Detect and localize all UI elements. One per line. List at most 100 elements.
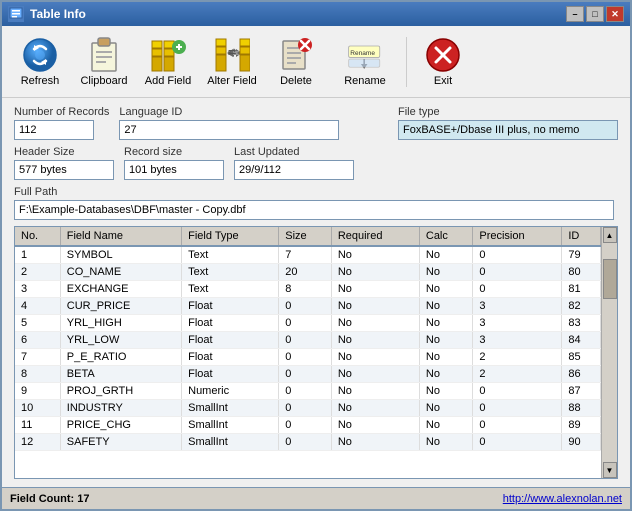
language-id-input[interactable] bbox=[119, 120, 339, 140]
file-type-input[interactable] bbox=[398, 120, 618, 140]
table-cell: BETA bbox=[60, 366, 181, 383]
table-cell: No bbox=[419, 332, 473, 349]
window-icon bbox=[8, 6, 24, 22]
table-row[interactable]: 2CO_NAMEText20NoNo080 bbox=[15, 264, 601, 281]
full-path-input[interactable] bbox=[14, 200, 614, 220]
table-row[interactable]: 1SYMBOLText7NoNo079 bbox=[15, 246, 601, 264]
scroll-up-arrow[interactable]: ▲ bbox=[603, 227, 617, 243]
table-cell: Numeric bbox=[182, 383, 279, 400]
last-updated-group: Last Updated bbox=[234, 146, 354, 180]
table-cell: 0 bbox=[473, 281, 562, 298]
table-cell: No bbox=[331, 315, 419, 332]
table-row[interactable]: 11PRICE_CHGSmallInt0NoNo089 bbox=[15, 417, 601, 434]
clipboard-icon bbox=[86, 37, 122, 73]
info-row-2: Header Size Record size Last Updated bbox=[14, 146, 618, 180]
num-records-input[interactable] bbox=[14, 120, 94, 140]
table-cell: 83 bbox=[562, 315, 601, 332]
table-cell: 9 bbox=[15, 383, 60, 400]
table-row[interactable]: 10INDUSTRYSmallInt0NoNo088 bbox=[15, 400, 601, 417]
table-body: 1SYMBOLText7NoNo0792CO_NAMEText20NoNo080… bbox=[15, 246, 601, 451]
scrollbar[interactable]: ▲ ▼ bbox=[601, 227, 617, 478]
table-cell: 20 bbox=[279, 264, 332, 281]
table-row[interactable]: 12SAFETYSmallInt0NoNo090 bbox=[15, 434, 601, 451]
table-cell: INDUSTRY bbox=[60, 400, 181, 417]
table-cell: No bbox=[331, 332, 419, 349]
clipboard-label: Clipboard bbox=[80, 75, 127, 87]
table-cell: 81 bbox=[562, 281, 601, 298]
add-field-label: Add Field bbox=[145, 75, 191, 87]
table-header-row: No. Field Name Field Type Size Required … bbox=[15, 227, 601, 246]
refresh-button[interactable]: Refresh bbox=[10, 30, 70, 94]
table-cell: 3 bbox=[473, 332, 562, 349]
table-cell: 8 bbox=[15, 366, 60, 383]
col-id: ID bbox=[562, 227, 601, 246]
delete-button[interactable]: Delete bbox=[266, 30, 326, 94]
close-button[interactable]: ✕ bbox=[606, 6, 624, 22]
clipboard-button[interactable]: Clipboard bbox=[74, 30, 134, 94]
table-row[interactable]: 8BETAFloat0NoNo286 bbox=[15, 366, 601, 383]
table-cell: 79 bbox=[562, 246, 601, 264]
info-row-1: Number of Records Language ID File type bbox=[14, 106, 618, 140]
table-cell: 89 bbox=[562, 417, 601, 434]
rename-button[interactable]: Rename Rename bbox=[330, 30, 400, 94]
table-cell: 0 bbox=[279, 400, 332, 417]
table-cell: 2 bbox=[473, 349, 562, 366]
table-cell: 85 bbox=[562, 349, 601, 366]
table-cell: Text bbox=[182, 264, 279, 281]
table-cell: 6 bbox=[15, 332, 60, 349]
record-size-label: Record size bbox=[124, 146, 224, 158]
scroll-thumb[interactable] bbox=[603, 259, 617, 299]
header-size-input[interactable] bbox=[14, 160, 114, 180]
table-cell: 0 bbox=[279, 349, 332, 366]
table-cell: 0 bbox=[473, 264, 562, 281]
table-cell: EXCHANGE bbox=[60, 281, 181, 298]
table-cell: No bbox=[419, 349, 473, 366]
table-cell: 0 bbox=[279, 366, 332, 383]
rename-icon: Rename bbox=[347, 37, 383, 73]
table-cell: 5 bbox=[15, 315, 60, 332]
file-type-group: File type bbox=[398, 106, 618, 140]
scroll-down-arrow[interactable]: ▼ bbox=[603, 462, 617, 478]
table-cell: No bbox=[419, 366, 473, 383]
exit-button[interactable]: Exit bbox=[413, 30, 473, 94]
last-updated-input[interactable] bbox=[234, 160, 354, 180]
add-field-icon bbox=[150, 37, 186, 73]
alter-field-label: Alter Field bbox=[207, 75, 257, 87]
table-cell: 0 bbox=[473, 417, 562, 434]
maximize-button[interactable]: □ bbox=[586, 6, 604, 22]
table-row[interactable]: 6YRL_LOWFloat0NoNo384 bbox=[15, 332, 601, 349]
table-cell: 2 bbox=[473, 366, 562, 383]
add-field-button[interactable]: Add Field bbox=[138, 30, 198, 94]
content-area: Number of Records Language ID File type … bbox=[2, 98, 630, 487]
table-cell: PROJ_GRTH bbox=[60, 383, 181, 400]
minimize-button[interactable]: – bbox=[566, 6, 584, 22]
table-row[interactable]: 5YRL_HIGHFloat0NoNo383 bbox=[15, 315, 601, 332]
table-cell: CUR_PRICE bbox=[60, 298, 181, 315]
table-cell: P_E_RATIO bbox=[60, 349, 181, 366]
table-cell: Float bbox=[182, 349, 279, 366]
table-row[interactable]: 7P_E_RATIOFloat0NoNo285 bbox=[15, 349, 601, 366]
table-cell: Float bbox=[182, 366, 279, 383]
table-row[interactable]: 9PROJ_GRTHNumeric0NoNo087 bbox=[15, 383, 601, 400]
table-row[interactable]: 3EXCHANGEText8NoNo081 bbox=[15, 281, 601, 298]
table-cell: 3 bbox=[15, 281, 60, 298]
num-records-group: Number of Records bbox=[14, 106, 109, 140]
table-cell: No bbox=[331, 383, 419, 400]
col-no: No. bbox=[15, 227, 60, 246]
table-cell: No bbox=[331, 246, 419, 264]
table-cell: 0 bbox=[279, 434, 332, 451]
table-cell: No bbox=[331, 349, 419, 366]
table-cell: No bbox=[331, 366, 419, 383]
svg-text:⇄: ⇄ bbox=[228, 47, 236, 58]
field-table: No. Field Name Field Type Size Required … bbox=[15, 227, 601, 451]
table-row[interactable]: 4CUR_PRICEFloat0NoNo382 bbox=[15, 298, 601, 315]
alter-field-button[interactable]: ⇄ Alter Field bbox=[202, 30, 262, 94]
record-size-input[interactable] bbox=[124, 160, 224, 180]
table-scroll[interactable]: No. Field Name Field Type Size Required … bbox=[15, 227, 601, 478]
col-field-name: Field Name bbox=[60, 227, 181, 246]
table-cell: 7 bbox=[279, 246, 332, 264]
table-cell: Float bbox=[182, 298, 279, 315]
table-cell: PRICE_CHG bbox=[60, 417, 181, 434]
website-link[interactable]: http://www.alexnolan.net bbox=[503, 493, 622, 505]
table-cell: 1 bbox=[15, 246, 60, 264]
